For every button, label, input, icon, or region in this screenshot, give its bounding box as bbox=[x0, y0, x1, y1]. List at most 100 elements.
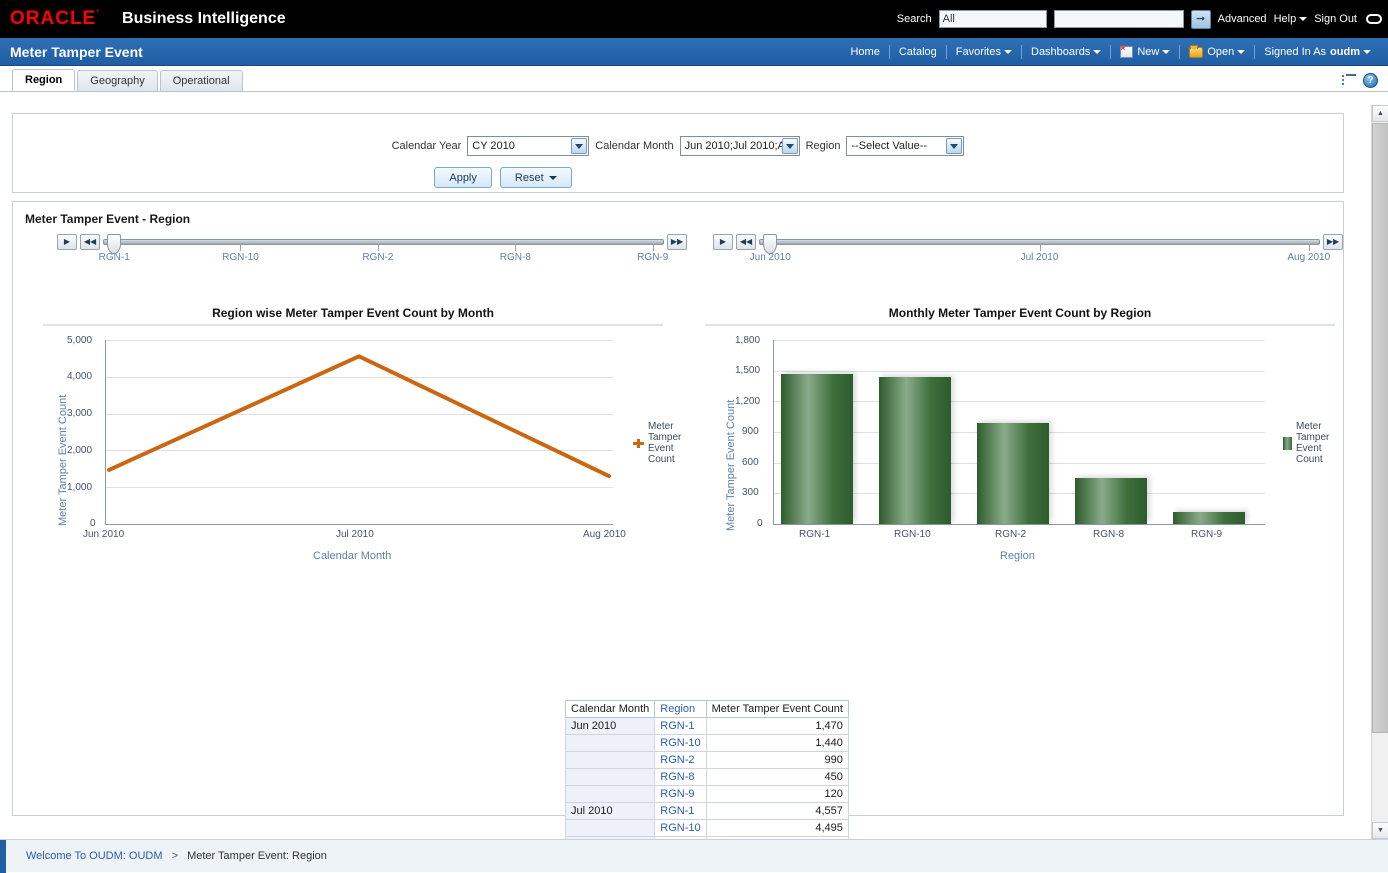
bar-y-tick: 300 bbox=[742, 487, 759, 498]
chevron-down-icon[interactable] bbox=[946, 138, 962, 154]
region-tick-label: RGN-9 bbox=[637, 252, 668, 263]
calendar-month-select[interactable]: Jun 2010;Jul 2010;A bbox=[680, 136, 800, 156]
report-title: Meter Tamper Event - Region bbox=[25, 212, 1331, 226]
tab-operational[interactable]: Operational bbox=[160, 70, 243, 91]
bar-chart: Monthly Meter Tamper Event Count by Regi… bbox=[705, 306, 1355, 576]
region-slider[interactable]: ▶ ◀◀ RGN-1 RGN-10 RGN-2 RGN-8 RGN-9 ▶▶ bbox=[57, 234, 687, 250]
cell-month bbox=[566, 735, 655, 752]
chevron-down-icon[interactable]: ▼ bbox=[1372, 822, 1388, 839]
line-x-tick: Jun 2010 bbox=[83, 529, 124, 540]
reset-button[interactable]: Reset bbox=[500, 167, 572, 188]
dashboard-tabs: Region Geography Operational ? bbox=[0, 66, 1388, 92]
fast-forward-icon[interactable]: ▶▶ bbox=[667, 234, 687, 250]
calendar-month-label: Calendar Month bbox=[595, 140, 673, 152]
scrollbar-thumb[interactable] bbox=[1372, 123, 1388, 733]
month-tick-label: Aug 2010 bbox=[1287, 252, 1330, 263]
breadcrumb-footer: Welcome To OUDM: OUDM > Meter Tamper Eve… bbox=[0, 839, 1388, 872]
bar-chart-legend: Meter Tamper Event Count bbox=[1283, 421, 1346, 465]
search-go-button[interactable]: ➞ bbox=[1191, 10, 1211, 29]
month-slider[interactable]: ▶ ◀◀ Jun 2010 Jul 2010 Aug 2010 ▶▶ bbox=[713, 234, 1343, 250]
cell-region[interactable]: RGN-1 bbox=[655, 803, 706, 820]
calendar-year-select[interactable]: CY 2010 bbox=[467, 136, 589, 156]
signed-in-username: oudm bbox=[1330, 46, 1360, 58]
bar-x-tick: RGN-2 bbox=[995, 529, 1026, 540]
nav-open[interactable]: Open bbox=[1180, 46, 1254, 58]
nav-catalog-label: Catalog bbox=[899, 46, 937, 58]
line-legend-label: Meter Tamper Event Count bbox=[648, 421, 698, 465]
bar-x-tick: RGN-10 bbox=[894, 529, 931, 540]
nav-new[interactable]: New bbox=[1111, 46, 1179, 58]
chevron-down-icon[interactable] bbox=[571, 138, 587, 154]
new-page-icon bbox=[1120, 46, 1133, 58]
advanced-link[interactable]: Advanced bbox=[1218, 13, 1267, 25]
nav-home-label: Home bbox=[850, 46, 879, 58]
region-select[interactable]: --Select Value-- bbox=[846, 136, 964, 156]
tab-operational-label: Operational bbox=[173, 75, 230, 87]
bar-y-tick: 900 bbox=[742, 426, 759, 437]
play-icon[interactable]: ▶ bbox=[713, 234, 733, 250]
help-menu-label: Help bbox=[1274, 13, 1297, 25]
bar-rgn-2 bbox=[977, 423, 1049, 524]
arrow-right-icon: ➞ bbox=[1196, 14, 1205, 25]
region-slider-track[interactable] bbox=[103, 239, 664, 245]
chevron-down-icon bbox=[1093, 50, 1101, 54]
bar-y-tick: 1,500 bbox=[735, 365, 760, 376]
play-icon[interactable]: ▶ bbox=[57, 234, 77, 250]
bar-x-tick: RGN-1 bbox=[799, 529, 830, 540]
cell-month: Jul 2010 bbox=[566, 803, 655, 820]
month-tick-label: Jul 2010 bbox=[1021, 252, 1059, 263]
cell-region[interactable]: RGN-10 bbox=[655, 820, 706, 837]
cell-count: 450 bbox=[706, 769, 848, 786]
chevron-up-icon[interactable]: ▲ bbox=[1372, 105, 1388, 122]
column-header-count[interactable]: Meter Tamper Event Count bbox=[706, 701, 848, 718]
search-scope-select[interactable]: All bbox=[939, 10, 1047, 28]
help-icon[interactable]: ? bbox=[1363, 73, 1378, 88]
line-chart-legend: Meter Tamper Event Count bbox=[633, 421, 698, 465]
nav-catalog[interactable]: Catalog bbox=[890, 46, 946, 58]
vertical-scrollbar[interactable]: ▲ ▼ bbox=[1371, 105, 1388, 839]
table-row: RGN-9120 bbox=[566, 786, 849, 803]
bar-rgn-10 bbox=[879, 377, 951, 524]
column-header-calendar-month[interactable]: Calendar Month bbox=[566, 701, 655, 718]
breadcrumb-home-link[interactable]: Welcome To OUDM: OUDM bbox=[26, 850, 163, 862]
tab-geography[interactable]: Geography bbox=[77, 70, 157, 91]
column-header-region[interactable]: Region bbox=[655, 701, 706, 718]
rewind-icon[interactable]: ◀◀ bbox=[736, 234, 756, 250]
bar-legend-label: Meter Tamper Event Count bbox=[1296, 421, 1346, 465]
bar-chart-ylabel: Meter Tamper Event Count bbox=[725, 400, 737, 531]
chevron-down-icon[interactable] bbox=[782, 138, 798, 154]
calendar-year-value: CY 2010 bbox=[472, 140, 515, 152]
cell-region[interactable]: RGN-8 bbox=[655, 769, 706, 786]
line-x-tick: Aug 2010 bbox=[583, 529, 626, 540]
global-top-bar: ORACLE’ Business Intelligence Search All… bbox=[0, 0, 1388, 38]
signed-in-as[interactable]: Signed In Asoudm bbox=[1255, 46, 1380, 58]
cell-count: 4,495 bbox=[706, 820, 848, 837]
tab-region[interactable]: Region bbox=[12, 69, 75, 91]
help-menu[interactable]: Help bbox=[1274, 13, 1308, 25]
cell-region[interactable]: RGN-1 bbox=[655, 718, 706, 735]
page-options-icon[interactable] bbox=[1342, 74, 1357, 88]
nav-home[interactable]: Home bbox=[841, 46, 888, 58]
region-slider-thumb[interactable] bbox=[107, 234, 121, 254]
sign-out-link[interactable]: Sign Out bbox=[1314, 13, 1357, 25]
bar-rgn-8 bbox=[1075, 478, 1147, 524]
apply-button[interactable]: Apply bbox=[434, 167, 492, 188]
nav-favorites-label: Favorites bbox=[956, 46, 1001, 58]
nav-favorites[interactable]: Favorites bbox=[947, 46, 1021, 58]
footer-accent-bar bbox=[0, 840, 6, 873]
search-input[interactable] bbox=[1054, 10, 1184, 28]
user-avatar-icon bbox=[1366, 14, 1382, 24]
nav-dashboards[interactable]: Dashboards bbox=[1022, 46, 1110, 58]
cell-region[interactable]: RGN-10 bbox=[655, 735, 706, 752]
region-value: --Select Value-- bbox=[851, 140, 927, 152]
region-prompt-label: Region bbox=[806, 140, 841, 152]
cell-count: 1,470 bbox=[706, 718, 848, 735]
breadcrumb-current: Meter Tamper Event: Region bbox=[187, 850, 327, 862]
bar-y-tick: 0 bbox=[757, 518, 763, 529]
charts-area: Region wise Meter Tamper Event Count by … bbox=[25, 306, 1331, 576]
cell-region[interactable]: RGN-9 bbox=[655, 786, 706, 803]
fast-forward-icon[interactable]: ▶▶ bbox=[1323, 234, 1343, 250]
cell-region[interactable]: RGN-2 bbox=[655, 752, 706, 769]
rewind-icon[interactable]: ◀◀ bbox=[80, 234, 100, 250]
month-slider-thumb[interactable] bbox=[763, 234, 777, 254]
